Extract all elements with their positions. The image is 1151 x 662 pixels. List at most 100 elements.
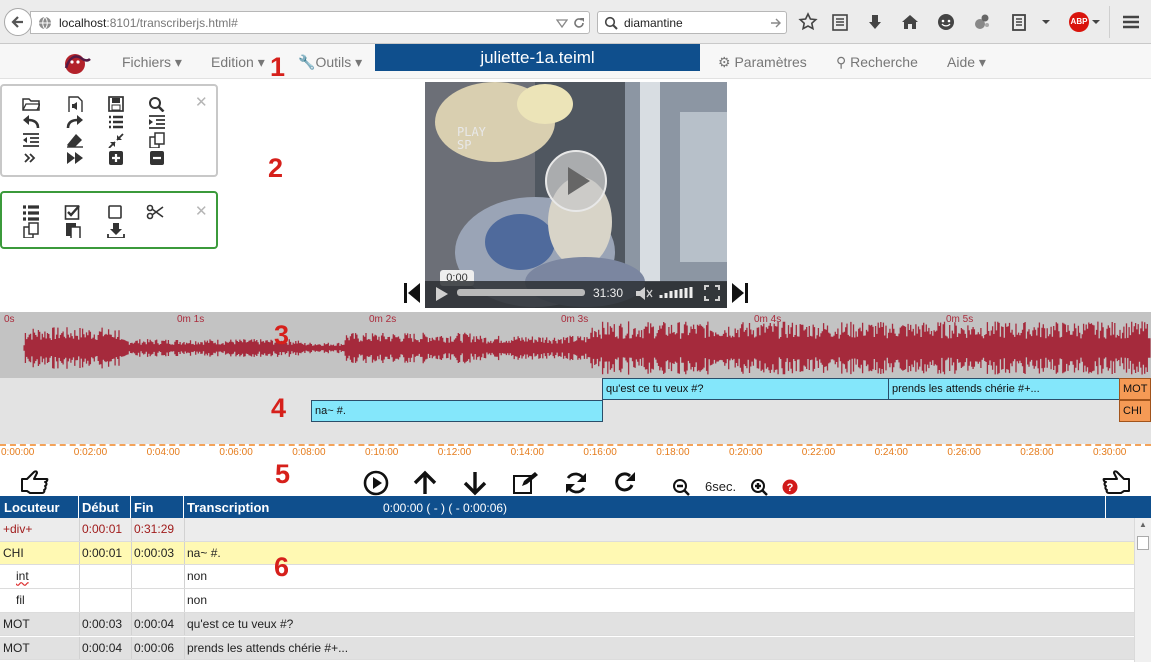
dropdown-arrow-icon[interactable] xyxy=(1040,12,1052,32)
skip-next-icon[interactable] xyxy=(731,282,749,304)
timeline-ruler[interactable]: 0:00:00 0:02:00 0:04:00 0:06:00 0:08:00 0:10:… xyxy=(0,444,1151,464)
menu-edition[interactable]: Edition ▾ xyxy=(211,54,265,71)
save-icon[interactable] xyxy=(107,96,125,112)
menu-aide[interactable]: Aide ▾ xyxy=(947,54,986,71)
sync-icon[interactable] xyxy=(563,470,589,496)
outdent-icon[interactable] xyxy=(22,132,40,148)
video-player[interactable]: PLAY SP 0:00 31:30 xyxy=(425,82,727,308)
menu-parametres[interactable]: ⚙ Paramètres xyxy=(718,54,807,71)
skip-previous-icon[interactable] xyxy=(403,282,421,304)
go-arrow-icon[interactable] xyxy=(770,17,782,29)
arrow-down-icon[interactable] xyxy=(462,470,488,496)
redo-icon[interactable] xyxy=(66,114,84,130)
fullscreen-icon[interactable] xyxy=(704,285,720,301)
scrollbar-thumb[interactable] xyxy=(1137,536,1149,550)
help-icon[interactable]: ? xyxy=(782,479,798,495)
list-icon[interactable] xyxy=(107,114,125,130)
menu-recherche[interactable]: ⚲ Recherche xyxy=(836,54,918,71)
download-icon[interactable] xyxy=(865,12,885,32)
plus-square-icon[interactable] xyxy=(107,150,125,166)
annotation-5: 5 xyxy=(275,459,291,489)
scroll-up-icon[interactable]: ▲ xyxy=(1137,520,1149,530)
column-header-fin[interactable]: Fin xyxy=(134,500,154,515)
dropdown-arrow-icon[interactable] xyxy=(556,19,568,28)
scissors-icon[interactable] xyxy=(146,204,164,220)
segment[interactable]: prends les attends chérie #+... xyxy=(888,378,1120,400)
column-divider xyxy=(79,541,80,565)
open-folder-icon[interactable] xyxy=(22,96,40,112)
indent-icon[interactable] xyxy=(148,114,166,130)
audio-file-icon[interactable] xyxy=(66,96,84,112)
speaker-segment[interactable]: MOT xyxy=(1119,378,1151,400)
checkbox-checked-icon[interactable] xyxy=(64,204,82,220)
reading-list-icon[interactable] xyxy=(830,12,850,32)
scrollbar[interactable]: ▲ xyxy=(1134,518,1151,662)
cell-transcription[interactable]: qu'est ce tu veux #? xyxy=(187,617,293,631)
table-row[interactable]: int non xyxy=(0,565,1134,589)
fast-forward-icon[interactable] xyxy=(66,150,84,166)
back-button[interactable] xyxy=(4,8,32,36)
waveform[interactable]: 0s 0m 1s 0m 2s 0m 3s 0m 4s 0m 5s xyxy=(0,312,1151,378)
table-row[interactable]: MOT 0:00:03 0:00:04 qu'est ce tu veux #? xyxy=(0,612,1134,637)
toolbar-panel-main: ✕ xyxy=(0,84,218,177)
dropdown-arrow-icon[interactable] xyxy=(1090,12,1102,32)
cell-transcription[interactable]: non xyxy=(187,593,207,607)
video-progress-bar[interactable] xyxy=(457,289,585,296)
close-panel-icon[interactable]: ✕ xyxy=(195,95,208,110)
search-bar[interactable]: diamantine xyxy=(597,11,787,34)
cell-transcription[interactable]: na~ #. xyxy=(187,546,221,560)
table-row[interactable]: MOT 0:00:04 0:00:06 prends les attends chér… xyxy=(0,636,1134,660)
timeline-tick: 0:28:00 xyxy=(1020,447,1054,458)
search-icon[interactable] xyxy=(148,96,166,112)
adblock-icon[interactable]: ABP xyxy=(1069,12,1089,32)
copy-icon[interactable] xyxy=(148,132,166,148)
arrow-up-icon[interactable] xyxy=(412,470,438,496)
compress-icon[interactable] xyxy=(107,132,125,148)
speaker-segment[interactable]: CHI xyxy=(1119,400,1151,422)
cell-fin: 0:00:04 xyxy=(134,616,175,631)
extension-icon[interactable] xyxy=(972,12,992,32)
menu-fichiers[interactable]: Fichiers ▾ xyxy=(122,54,182,71)
cell-transcription[interactable]: non xyxy=(187,569,207,583)
edit-icon[interactable] xyxy=(512,470,538,496)
minus-square-icon[interactable] xyxy=(148,150,166,166)
checkbox-empty-icon[interactable] xyxy=(107,204,125,220)
menu-outils[interactable]: 🔧Outils ▾ xyxy=(298,54,362,71)
close-panel-icon[interactable]: ✕ xyxy=(195,204,208,219)
clipboard-icon[interactable] xyxy=(1009,12,1029,32)
zoom-out-icon[interactable] xyxy=(672,478,692,498)
column-header-transcription[interactable]: Transcription xyxy=(187,500,269,515)
column-header-locuteur[interactable]: Locuteur xyxy=(4,500,60,515)
annotation-3: 3 xyxy=(274,320,290,350)
download-tray-icon[interactable] xyxy=(107,222,125,238)
chat-icon[interactable] xyxy=(936,12,956,32)
play-overlay-icon[interactable] xyxy=(544,149,608,213)
segment[interactable]: qu'est ce tu veux #? xyxy=(602,378,889,400)
volume-level-bars[interactable] xyxy=(659,286,697,300)
double-chevron-right-icon[interactable] xyxy=(22,150,40,166)
list-view-icon[interactable] xyxy=(22,205,40,221)
search-input[interactable]: diamantine xyxy=(624,16,683,30)
url-bar[interactable]: localhost:8101/transcriberjs.html# xyxy=(30,11,590,34)
eraser-icon[interactable] xyxy=(66,132,84,148)
volume-icon[interactable] xyxy=(635,286,653,301)
paste-icon[interactable] xyxy=(64,222,82,238)
undo-icon[interactable] xyxy=(22,114,40,130)
reload-icon[interactable] xyxy=(572,16,586,30)
home-icon[interactable] xyxy=(900,12,920,32)
segment[interactable]: na~ #. xyxy=(311,400,603,422)
table-row[interactable]: fil non xyxy=(0,589,1134,613)
thumb-left-icon[interactable] xyxy=(20,470,50,494)
play-icon[interactable] xyxy=(433,285,451,303)
bookmark-star-icon[interactable] xyxy=(798,12,818,32)
copy-icon[interactable] xyxy=(22,222,40,238)
redo-circular-icon[interactable] xyxy=(612,470,638,496)
zoom-in-icon[interactable] xyxy=(750,478,770,498)
table-row[interactable]: CHI 0:00:01 0:00:03 na~ #. xyxy=(0,541,1134,566)
cell-transcription[interactable]: prends les attends chérie #+... xyxy=(187,641,348,655)
thumb-right-icon[interactable] xyxy=(1101,470,1131,494)
hamburger-menu-icon[interactable] xyxy=(1121,12,1141,32)
play-circle-icon[interactable] xyxy=(363,470,389,496)
column-header-debut[interactable]: Début xyxy=(82,500,119,515)
table-row[interactable]: +div+ 0:00:01 0:31:29 xyxy=(0,518,1134,542)
